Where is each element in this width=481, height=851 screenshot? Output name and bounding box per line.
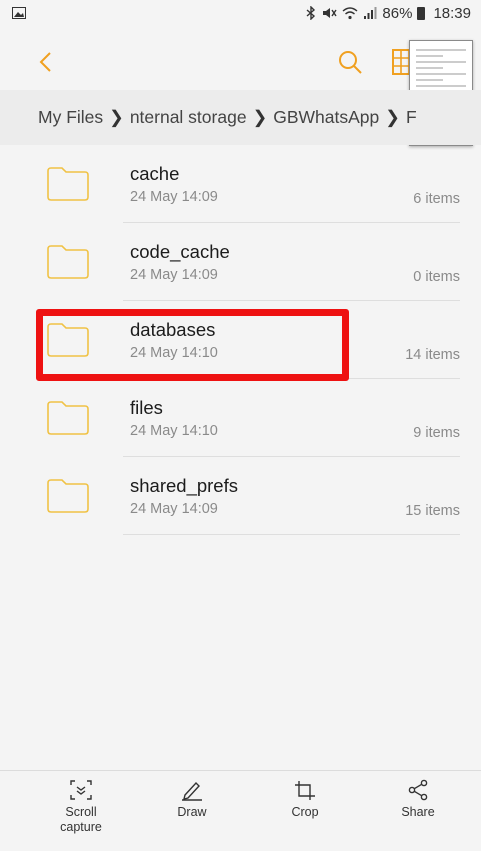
clock: 18:39 [433,4,471,22]
folder-row-shared-prefs[interactable]: shared_prefs 24 May 14:09 15 items [0,457,481,535]
folder-item-count: 0 items [413,269,460,285]
chevron-right-icon: ❯ [252,107,268,127]
folder-name: code_cache [130,241,230,262]
folder-row-files[interactable]: files 24 May 14:10 9 items [0,379,481,457]
pencil-icon [182,781,202,801]
preview-line [416,67,443,69]
status-bar: 86% 18:39 [0,0,481,26]
bluetooth-icon [306,6,316,20]
crop-label: Crop [291,805,319,819]
scroll-capture-button[interactable]: Scroll capture [41,779,121,835]
folder-item-count: 9 items [413,425,460,441]
breadcrumb-my-files[interactable]: My Files [38,107,103,128]
folder-name: shared_prefs [130,475,238,496]
preview-line [416,61,466,63]
screenshot-toolbar: Scroll capture Draw Crop Share [0,770,481,851]
folder-item-count: 6 items [413,191,460,207]
folder-date: 24 May 14:09 [130,501,218,517]
preview-line [416,49,466,51]
breadcrumb-current[interactable]: F [406,107,417,128]
folder-row-cache[interactable]: cache 24 May 14:09 6 items [0,145,481,223]
folder-item-count: 15 items [405,503,460,519]
share-icon [408,779,428,801]
folder-name: files [130,397,163,418]
folder-icon [47,401,89,435]
folder-item-count: 14 items [405,347,460,363]
draw-label: Draw [177,805,207,819]
scroll-capture-icon [70,780,92,800]
draw-button[interactable]: Draw [152,779,232,819]
back-icon[interactable] [30,46,62,78]
folder-date: 24 May 14:09 [130,189,218,205]
search-icon[interactable] [334,46,366,78]
preview-line [416,79,443,81]
folder-icon [47,245,89,279]
divider [123,534,460,535]
signal-icon [364,7,377,19]
battery-icon [417,6,426,20]
highlight-annotation [36,309,349,381]
preview-line [416,55,443,57]
share-label: Share [401,805,435,819]
folder-name: cache [130,163,180,184]
wifi-icon [342,7,358,20]
folder-row-code-cache[interactable]: code_cache 24 May 14:09 0 items [0,223,481,301]
preview-line [416,73,466,75]
folder-date: 24 May 14:09 [130,267,218,283]
breadcrumb-internal-storage[interactable]: nternal storage [130,107,247,128]
chevron-right-icon: ❯ [109,107,124,127]
chevron-right-icon: ❯ [385,107,400,127]
share-button[interactable]: Share [378,779,458,819]
folder-icon [47,167,89,201]
crop-icon [295,781,315,800]
breadcrumb-gbwhatsapp[interactable]: GBWhatsApp [273,107,379,128]
folder-icon [47,479,89,513]
battery-percent: 86% [382,4,413,22]
scroll-capture-label: Scroll capture [60,805,102,834]
image-icon [12,7,26,19]
crop-button[interactable]: Crop [265,779,345,819]
mute-icon [323,8,338,18]
folder-date: 24 May 14:10 [130,423,218,439]
breadcrumb: My Files ❯ nternal storage ❯ GBWhatsApp … [0,90,481,145]
preview-line [416,85,466,87]
